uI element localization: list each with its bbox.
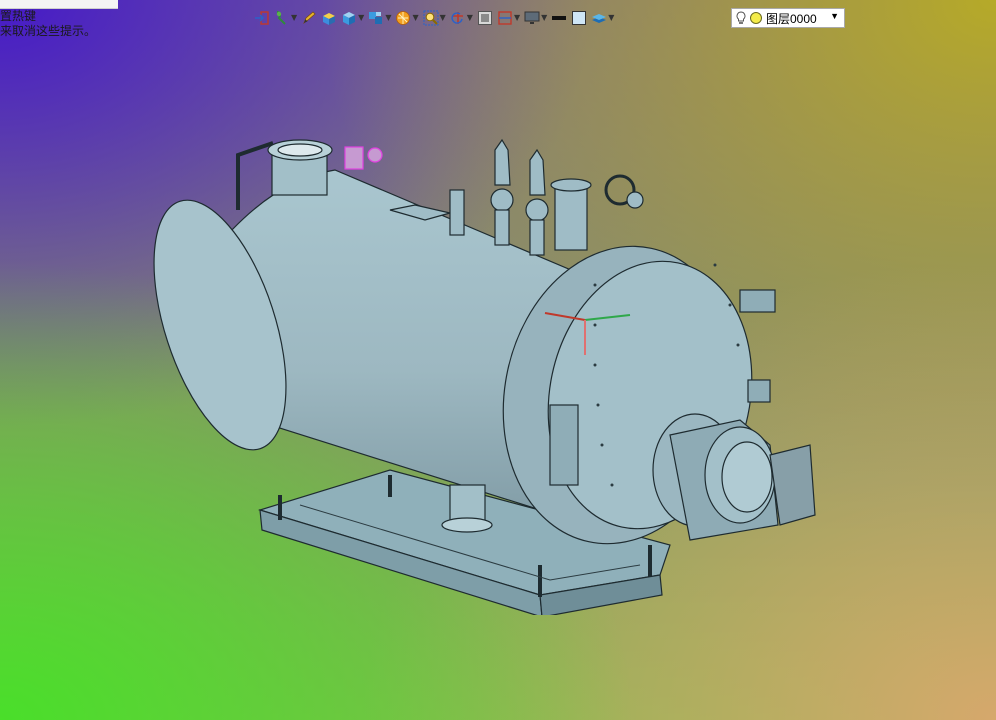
render-ball-button[interactable]: ▼ xyxy=(393,8,420,28)
render-ball-icon xyxy=(396,11,411,25)
layers-button[interactable]: ▼ xyxy=(589,8,616,28)
selected-valve xyxy=(344,146,383,170)
hint-line-2: 来取消这些提示。 xyxy=(0,24,97,38)
chevron-down-icon: ▼ xyxy=(291,13,298,22)
chevron-down-icon: ▼ xyxy=(466,13,473,22)
zoom-button[interactable]: ▼ xyxy=(421,8,448,28)
cube-button[interactable]: ▼ xyxy=(339,8,366,28)
pencil-icon xyxy=(303,11,316,25)
fill-color-button[interactable] xyxy=(569,8,589,28)
chevron-down-icon: ▼ xyxy=(439,13,446,22)
chevron-down-icon: ▼ xyxy=(608,13,615,22)
import-button[interactable] xyxy=(252,8,272,28)
hint-line-1: 置热键 xyxy=(0,9,37,23)
material-box-button[interactable] xyxy=(319,8,339,28)
assembly-button[interactable]: ▼ xyxy=(366,8,393,28)
yellow-dot-icon xyxy=(750,12,762,24)
layer-select[interactable]: 图层0000 ▼ xyxy=(731,8,845,28)
chevron-down-icon: ▼ xyxy=(513,13,521,22)
zoom-icon xyxy=(423,10,439,26)
view-toolbar: ▼ ▼ ▼ ▼ ▼ ▼ ▼ ▼ ▼ xyxy=(252,8,616,28)
rotate-button[interactable]: ▼ xyxy=(448,8,475,28)
chevron-down-icon: ▼ xyxy=(358,13,365,22)
section-icon xyxy=(498,11,512,25)
chevron-down-icon: ▼ xyxy=(385,13,392,22)
chevron-down-icon: ▼ xyxy=(541,13,548,22)
chevron-down-icon: ▼ xyxy=(830,11,839,21)
layers-icon xyxy=(592,14,607,23)
cube-icon xyxy=(343,12,356,25)
lightbulb-icon xyxy=(736,11,746,24)
burner-assembly xyxy=(652,413,816,541)
measure-tool-button[interactable]: ▼ xyxy=(272,8,299,28)
rotate-icon xyxy=(451,12,463,24)
window-strip xyxy=(0,0,118,9)
assembly-icon xyxy=(369,12,383,24)
display-mode-button[interactable]: ▼ xyxy=(522,8,549,28)
section-button[interactable]: ▼ xyxy=(495,8,522,28)
pencil-button[interactable] xyxy=(299,8,319,28)
line-color-button[interactable] xyxy=(549,8,569,28)
view-frame-icon xyxy=(477,11,492,25)
measure-tool-icon xyxy=(276,11,286,25)
view-frame-button[interactable] xyxy=(475,8,495,28)
boiler-model[interactable] xyxy=(150,125,830,615)
layer-name: 图层0000 xyxy=(766,11,817,26)
import-icon xyxy=(255,11,269,25)
line-color-icon xyxy=(552,16,567,20)
hint-text: 置热键 来取消这些提示。 xyxy=(0,9,96,39)
display-mode-icon xyxy=(524,11,540,24)
manhole xyxy=(267,139,333,196)
fill-color-icon xyxy=(572,11,587,25)
material-box-icon xyxy=(323,13,336,25)
chevron-down-icon: ▼ xyxy=(412,13,419,22)
